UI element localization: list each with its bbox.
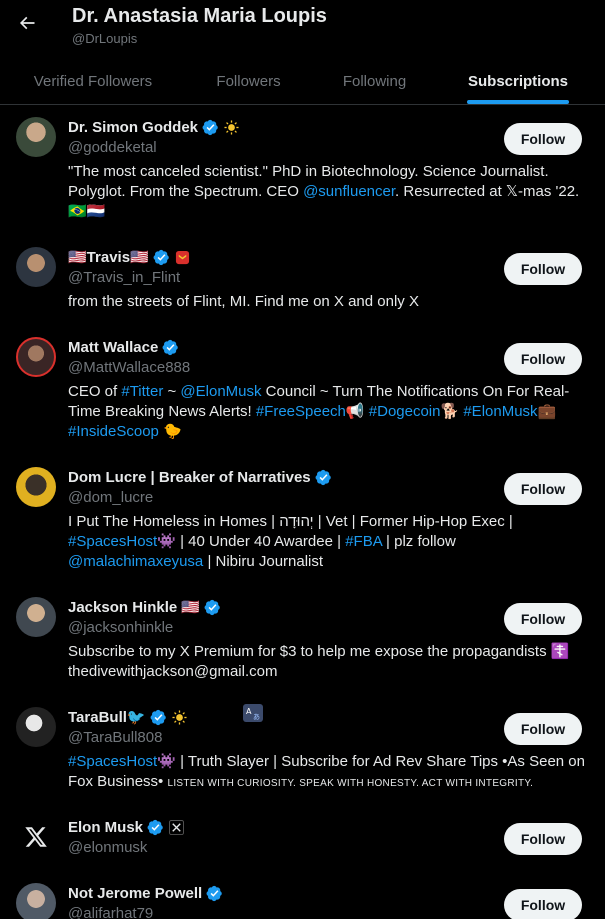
sun-icon [223,119,240,136]
bio-text: Subscribe to my X Premium for $3 to help… [68,643,570,680]
account-bio: CEO of #Titter ~ @ElonMusk Council ~ Tur… [68,382,588,442]
verified-icon [150,709,167,726]
bio-text: | Nibiru Journalist [203,553,324,570]
follow-button[interactable]: Follow [504,713,582,745]
follow-button[interactable]: Follow [504,123,582,155]
list-item[interactable]: Matt Wallace @MattWallace888 CEO of #Tit… [0,323,605,453]
avatar[interactable] [16,467,56,507]
list-item[interactable]: Not Jerome Powell @alifarhat79 Follow [0,873,605,919]
tab-verified-followers[interactable]: Verified Followers [0,58,186,105]
bio-text: CEO of [68,383,122,400]
avatar[interactable] [16,117,56,157]
tab-following[interactable]: Following [311,58,438,105]
verified-icon [202,119,219,136]
account-bio: from the streets of Flint, MI. Find me o… [68,292,588,312]
flag-emoji: 🇧🇷🇳🇱 [68,203,106,220]
x-affiliate-icon [168,819,185,836]
bio-mention-link[interactable]: @malachimaxeyusa [68,553,203,570]
translate-icon[interactable]: Aあ [243,704,263,722]
follow-button[interactable]: Follow [504,473,582,505]
account-bio: #SpacesHost👾 | Truth Slayer | Subscribe … [68,752,588,794]
avatar[interactable] [16,597,56,637]
list-item[interactable]: Jackson Hinkle 🇺🇸 @jacksonhinkle Subscri… [0,583,605,693]
list-item[interactable]: Dr. Simon Goddek @goddeketal "The most c… [0,105,605,233]
sun-icon [171,709,188,726]
verified-icon [204,599,221,616]
bio-text: I Put The Homeless in Homes | יְהוּדָה |… [68,513,513,530]
list-item[interactable]: Elon Musk @elonmusk Follow [0,803,605,873]
follow-button[interactable]: Follow [504,889,582,919]
bio-hashtag-link[interactable]: #InsideScoop [68,423,159,440]
verified-icon [162,339,179,356]
follow-button[interactable]: Follow [504,603,582,635]
svg-text:A: A [246,707,252,716]
account-bio: I Put The Homeless in Homes | יְהוּדָה |… [68,512,588,572]
verified-icon [153,249,170,266]
bio-text: | plz follow [381,533,456,550]
bio-mention-link[interactable]: @ElonMusk [180,383,261,400]
avatar[interactable] [16,707,56,747]
back-arrow-icon [19,16,35,30]
account-name[interactable]: Elon Musk [68,819,143,836]
bio-mention-link[interactable]: @sunfluencer [303,183,395,200]
avatar[interactable] [16,337,56,377]
tab-bar: Verified Followers Followers Following S… [0,58,605,105]
bio-text: ~ [163,383,181,400]
account-bio: "The most canceled scientist." PhD in Bi… [68,162,588,222]
account-name[interactable]: 🇺🇸Travis🇺🇸 [68,248,149,266]
bio-text: LISTEN WITH CURIOSITY. SPEAK WITH HONEST… [167,778,534,789]
account-name[interactable]: Not Jerome Powell [68,885,202,902]
svg-text:あ: あ [253,713,260,721]
follow-button[interactable]: Follow [504,343,582,375]
briefcase-emoji: 💼 [537,403,557,420]
bio-hashtag-link[interactable]: #FBA [345,533,382,550]
bio-text: from the streets of Flint, MI. Find me o… [68,293,419,310]
account-handle[interactable]: @Travis_in_Flint [68,269,180,286]
account-name[interactable]: Jackson Hinkle 🇺🇸 [68,598,200,616]
account-handle[interactable]: @alifarhat79 [68,905,153,919]
bio-text: 👾 | 40 Under 40 Awardee | [157,533,346,550]
account-bio: Subscribe to my X Premium for $3 to help… [68,642,588,682]
megaphone-emoji: 📢 [345,403,369,420]
avatar[interactable] [16,247,56,287]
tab-subscriptions[interactable]: Subscriptions [438,58,598,105]
chick-emoji: 🐤 [158,423,182,440]
back-button[interactable] [12,8,42,38]
account-handle[interactable]: @TaraBull808 [68,729,162,746]
x-logo-icon [25,827,47,847]
account-name[interactable]: Dr. Simon Goddek [68,119,198,136]
affiliate-badge-icon [174,249,191,266]
profile-name: Dr. Anastasia Maria Loupis [72,5,327,27]
list-item[interactable]: TaraBull🐦 @TaraBull808 #SpacesHost👾 | Tr… [0,693,605,803]
bio-hashtag-link[interactable]: #SpacesHost [68,753,157,770]
dog-emoji: 🐕 [440,403,464,420]
verified-icon [147,819,164,836]
account-handle[interactable]: @goddeketal [68,139,157,156]
account-name[interactable]: TaraBull🐦 [68,708,146,726]
avatar[interactable] [16,817,56,857]
verified-icon [315,469,332,486]
account-handle[interactable]: @elonmusk [68,839,147,856]
bio-hashtag-link[interactable]: #Titter [121,383,163,400]
tab-followers[interactable]: Followers [186,58,311,105]
list-item[interactable]: 🇺🇸Travis🇺🇸 @Travis_in_Flint from the str… [0,233,605,323]
list-item[interactable]: Dom Lucre | Breaker of Narratives @dom_l… [0,453,605,583]
bio-hashtag-link[interactable]: #ElonMusk [463,403,537,420]
account-handle[interactable]: @MattWallace888 [68,359,190,376]
follow-button[interactable]: Follow [504,253,582,285]
account-name[interactable]: Matt Wallace [68,339,158,356]
verified-icon [206,885,223,902]
bio-text: . Resurrected at 𝕏-mas '22. [395,183,580,200]
account-handle[interactable]: @jacksonhinkle [68,619,173,636]
follow-button[interactable]: Follow [504,823,582,855]
bio-hashtag-link[interactable]: #FreeSpeech [256,403,346,420]
bio-hashtag-link[interactable]: #Dogecoin [369,403,441,420]
active-tab-indicator [467,100,569,104]
profile-handle: @DrLoupis [72,31,138,46]
profile-header: Dr. Anastasia Maria Loupis @DrLoupis [0,0,605,58]
account-handle[interactable]: @dom_lucre [68,489,153,506]
account-name[interactable]: Dom Lucre | Breaker of Narratives [68,469,311,486]
bio-hashtag-link[interactable]: #SpacesHost [68,533,157,550]
avatar[interactable] [16,883,56,919]
